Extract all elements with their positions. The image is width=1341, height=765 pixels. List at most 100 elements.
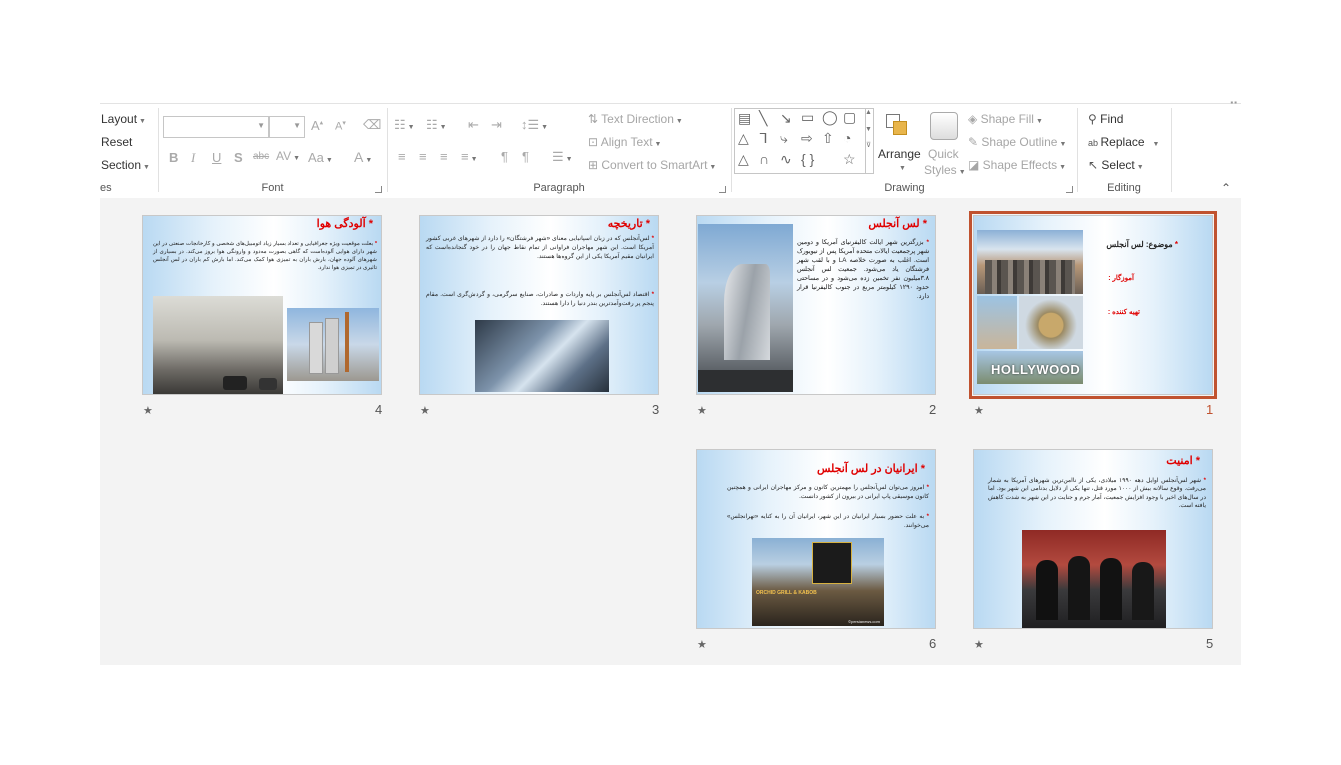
slide-sorter: HOLLYWOOD * موضوع: لس آنجلس آموزگار : ته… [100, 198, 1241, 665]
slide-thumbnail-2[interactable]: * لس آنجلس * بزرگترین شهر ایالت کالیفرنی… [696, 215, 936, 395]
slide-6-body-2: * به علت حضور بسیار ایرانیان در این شهر،… [727, 514, 929, 529]
font-group: ▼ ▼ A▴ A▾ ⌫ B I U S abc AV ▼ Aa ▼ A ▼ Font [159, 104, 386, 197]
slide-number-3: 3 [652, 402, 660, 417]
slide-6-body-1: * امروز می‌توان لس‌آنجلس را مهمترین کانو… [727, 485, 929, 500]
increase-font-icon[interactable]: A▴ [311, 118, 323, 133]
font-name-combo[interactable]: ▼ [163, 116, 269, 138]
justify-icon[interactable]: ≡ ▼ [461, 149, 478, 164]
slide-number-4: 4 [375, 402, 383, 417]
beach-photo [977, 296, 1017, 349]
slide-3-title: * تاریخچه [607, 218, 650, 230]
bullet-star-icon: * [919, 218, 927, 230]
disney-hall-photo [698, 224, 793, 392]
hollywood-sign-text: HOLLYWOOD [991, 362, 1081, 377]
observatory-photo [1019, 296, 1083, 349]
slide-thumbnail-4[interactable]: * آلودگی هوا * بعلت موقعیت ویژه جغرافیای… [142, 215, 382, 395]
bullet-star-icon: * [1172, 240, 1178, 249]
reset-button[interactable]: Reset [101, 135, 132, 149]
binoculars-icon: ⚲ [1088, 112, 1101, 126]
chevron-down-icon: ▼ [257, 121, 265, 130]
collapse-ribbon-icon[interactable]: ⌃ [1221, 181, 1231, 195]
transition-star-icon[interactable]: ★ [697, 638, 707, 651]
transition-star-icon[interactable]: ★ [697, 404, 707, 417]
clear-formatting-icon[interactable]: ⌫ [363, 117, 381, 133]
numbering-icon[interactable]: ☷ ▼ [426, 117, 447, 133]
slide-1-subject: * موضوع: لس آنجلس [1106, 240, 1178, 249]
slide-thumbnail-5[interactable]: * امنیت * شهر لس‌آنجلس اوایل دهه ۱۹۹۰ می… [973, 449, 1213, 629]
drawing-dialog-launcher[interactable] [1066, 186, 1073, 193]
drawing-group: Drawing [732, 104, 1077, 197]
slide-3-body-2: * اقتصاد لس‌آنجلس بر پایه واردات و صادرا… [426, 291, 654, 307]
bullets-icon[interactable]: ☷ ▼ [394, 117, 415, 133]
section-button[interactable]: Section ▼ [101, 158, 150, 172]
ltr-direction-icon[interactable]: ¶ [501, 149, 508, 164]
city-skyline-photo [977, 230, 1083, 294]
align-right-icon[interactable]: ≡ [440, 149, 448, 164]
strikethrough-icon[interactable]: abc [253, 151, 269, 162]
slide-2-body: * بزرگترین شهر ایالت کالیفرنیای آمریکا و… [797, 239, 930, 300]
italic-icon[interactable]: I [191, 150, 195, 166]
restaurant-sign-text: ORCHID GRILL & KABOB [756, 590, 817, 596]
slide-number-6: 6 [929, 636, 937, 651]
ribbon: ▪▪ Layout ▼ Reset Section ▼ es ▼ ▼ A▴ A▾ ⌫… [100, 98, 1241, 199]
align-text-button[interactable]: ⊡ Align Text ▼ [588, 135, 661, 149]
smartart-icon: ⊞ [588, 158, 602, 172]
transition-star-icon[interactable]: ★ [420, 404, 430, 417]
slide-2-title: * لس آنجلس [868, 218, 927, 230]
slide-4-title: * آلودگی هوا [316, 218, 373, 230]
slide-5-body: * شهر لس‌آنجلس اوایل دهه ۱۹۹۰ میلادی، یک… [988, 478, 1206, 509]
underline-icon[interactable]: U [212, 150, 221, 165]
bullet-star-icon: * [365, 218, 373, 230]
align-center-icon[interactable]: ≡ [419, 149, 427, 164]
chevron-down-icon: ▼ [293, 121, 301, 130]
font-group-label: Font [261, 182, 284, 194]
paragraph-dialog-launcher[interactable] [719, 186, 726, 193]
smog-highway-photo [153, 296, 283, 394]
slide-thumbnail-6[interactable]: * ایرانیان در لس آنجلس * امروز می‌توان ل… [696, 449, 936, 629]
slide-1-teacher: آموزگار : [1108, 275, 1134, 282]
slide-4-body: * بعلت موقعیت ویژه جغرافیایی و تعداد بسی… [153, 241, 378, 271]
transition-star-icon[interactable]: ★ [974, 404, 984, 417]
orchid-grill-photo: ORCHID GRILL & KABOB ©persianews.com [752, 538, 884, 626]
select-button[interactable]: ↖ Select ▼ [1088, 158, 1144, 172]
cursor-arrow-icon: ↖ [1088, 158, 1102, 172]
font-size-combo[interactable]: ▼ [269, 116, 305, 138]
replace-icon: ab [1088, 138, 1101, 148]
character-spacing-icon[interactable]: AV ▼ [276, 149, 300, 163]
change-case-icon[interactable]: Aa ▼ [308, 150, 333, 165]
decrease-font-icon[interactable]: A▾ [335, 119, 346, 133]
font-dialog-launcher[interactable] [375, 186, 382, 193]
line-spacing-icon[interactable]: ↕☰ ▼ [521, 117, 548, 133]
replace-button[interactable]: ab Replace ▼ [1088, 135, 1159, 149]
bullet-star-icon: * [1192, 455, 1200, 467]
slide-5-title: * امنیت [1166, 455, 1200, 467]
slide-1-preparer: تهیه کننده : [1107, 309, 1140, 316]
paragraph-group-label: Paragraph [533, 182, 585, 194]
bullet-star-icon: * [642, 218, 650, 230]
align-left-icon[interactable]: ≡ [398, 149, 406, 164]
slide-number-2: 2 [929, 402, 937, 417]
shadow-icon[interactable]: S [234, 150, 243, 165]
ribbon-grip: ▪▪ [1230, 98, 1238, 107]
photo-credit: ©persianews.com [848, 619, 880, 624]
bold-icon[interactable]: B [169, 150, 178, 165]
columns-icon[interactable]: ☰ ▼ [552, 149, 573, 165]
slide-3-body-1: * لس‌آنجلس که در زبان اسپانیایی معنای «ش… [426, 235, 654, 260]
transition-star-icon[interactable]: ★ [974, 638, 984, 651]
increase-indent-icon[interactable]: ⇥ [491, 117, 502, 133]
decrease-indent-icon[interactable]: ⇤ [468, 117, 479, 133]
paragraph-group: ☷ ▼ ☷ ▼ ⇤ ⇥ ↕☰ ▼ ≡ ≡ ≡ ≡ ▼ ¶ ¶ ☰ ▼ ⇅ Text Dir… [388, 104, 730, 197]
layout-button[interactable]: Layout ▼ [101, 112, 146, 126]
text-direction-button[interactable]: ⇅ Text Direction ▼ [588, 112, 683, 126]
editing-group-label: Editing [1107, 182, 1141, 194]
transition-star-icon[interactable]: ★ [143, 404, 153, 417]
convert-smartart-button[interactable]: ⊞ Convert to SmartArt ▼ [588, 158, 716, 172]
rtl-direction-icon[interactable]: ¶ [522, 149, 529, 164]
font-color-icon[interactable]: A ▼ [354, 149, 372, 165]
find-button[interactable]: ⚲ Find [1088, 112, 1123, 126]
slide-thumbnail-3[interactable]: * تاریخچه * لس‌آنجلس که در زبان اسپانیای… [419, 215, 659, 395]
slide-6-title: * ایرانیان در لس آنجلس [816, 463, 925, 475]
slide-number-1: 1 [1206, 402, 1214, 417]
slide-thumbnail-1[interactable]: HOLLYWOOD * موضوع: لس آنجلس آموزگار : ته… [969, 211, 1217, 399]
text-direction-icon: ⇅ [588, 112, 602, 126]
